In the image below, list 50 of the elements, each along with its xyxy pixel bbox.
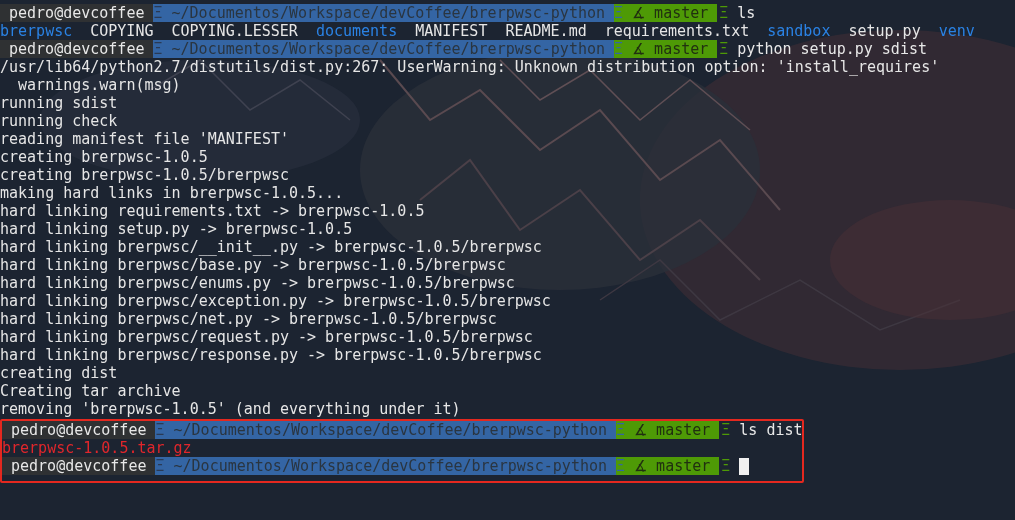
command-text: python setup.py sdist	[737, 40, 927, 58]
output-line: hard linking brerpwsc/net.py -> brerpwsc-1.0.5/brerpwsc	[0, 310, 497, 328]
prompt-branch: Ξ ∡ master	[614, 40, 718, 58]
output-line: hard linking brerpwsc/response.py -> brerpwsc-1.0.5/brerpwsc	[0, 346, 542, 364]
output-line: running check	[0, 112, 118, 130]
prompt-branch: Ξ ∡ master	[616, 421, 720, 439]
prompt-user: pedro@devcoffee	[2, 457, 156, 475]
output-line: removing 'brerpwsc-1.0.5' (and everything under it)	[0, 400, 461, 418]
output-line: hard linking brerpwsc/exception.py -> brerpwsc-1.0.5/brerpwsc	[0, 292, 551, 310]
output-line: running sdist	[0, 94, 118, 112]
command-text: ls dist	[739, 421, 803, 439]
output-line: hard linking brerpwsc/__init__.py -> brerpwsc-1.0.5/brerpwsc	[0, 238, 542, 256]
output-line: /usr/lib64/python2.7/distutils/dist.py:267: UserWarning: Unknown distribution option: 'install_requires'	[0, 58, 940, 76]
output-line: hard linking requirements.txt -> brerpwsc-1.0.5	[0, 202, 425, 220]
prompt-path: Ξ ~/Documentos/Workspace/devCoffee/brerpwsc-python	[153, 40, 614, 58]
prompt-user: pedro@devcoffee	[2, 421, 156, 439]
output-line: hard linking brerpwsc/enums.py -> brerpwsc-1.0.5/brerpwsc	[0, 274, 515, 292]
file-name: documents	[315, 22, 398, 40]
output-line: hard linking brerpwsc/base.py -> brerpwsc-1.0.5/brerpwsc	[0, 256, 506, 274]
prompt-user: pedro@devcoffee	[0, 40, 154, 58]
prompt-end-glyph: Ξ	[720, 421, 731, 439]
prompt-end-glyph: Ξ	[718, 4, 729, 22]
output-line: Creating tar archive	[0, 382, 181, 400]
prompt-branch: Ξ ∡ master	[614, 4, 718, 22]
file-name: requirements.txt	[604, 22, 750, 40]
file-name: COPYING.LESSER	[171, 22, 298, 40]
output-line: hard linking brerpwsc/request.py -> brerpwsc-1.0.5/brerpwsc	[0, 328, 533, 346]
file-name: venv	[938, 22, 975, 40]
file-name: README.md	[505, 22, 587, 40]
file-name: MANIFEST	[415, 22, 488, 40]
output-line: creating brerpwsc-1.0.5/brerpwsc	[0, 166, 289, 184]
prompt-branch: Ξ ∡ master	[616, 457, 720, 475]
command-text: ls	[737, 4, 756, 22]
prompt-path: Ξ ~/Documentos/Workspace/devCoffee/brerpwsc-python	[155, 421, 616, 439]
file-name: brerpwsc-1.0.5.tar.gz	[2, 439, 192, 457]
prompt-end-glyph: Ξ	[718, 40, 729, 58]
file-name: setup.py	[848, 22, 921, 40]
prompt-path: Ξ ~/Documentos/Workspace/devCoffee/brerpwsc-python	[153, 4, 614, 22]
output-line: making hard links in brerpwsc-1.0.5...	[0, 184, 344, 202]
output-line: creating dist	[0, 364, 118, 382]
output-line: hard linking setup.py -> brerpwsc-1.0.5	[0, 220, 353, 238]
file-name: brerpwsc	[0, 22, 73, 40]
file-name: sandbox	[767, 22, 831, 40]
output-line: reading manifest file 'MANIFEST'	[0, 130, 289, 148]
prompt-user: pedro@devcoffee	[0, 4, 154, 22]
prompt-end-glyph: Ξ	[720, 457, 731, 475]
output-line: warnings.warn(msg)	[17, 76, 181, 94]
output-line: creating brerpwsc-1.0.5	[0, 148, 208, 166]
file-name: COPYING	[90, 22, 154, 40]
prompt-path: Ξ ~/Documentos/Workspace/devCoffee/brerpwsc-python	[155, 457, 616, 475]
